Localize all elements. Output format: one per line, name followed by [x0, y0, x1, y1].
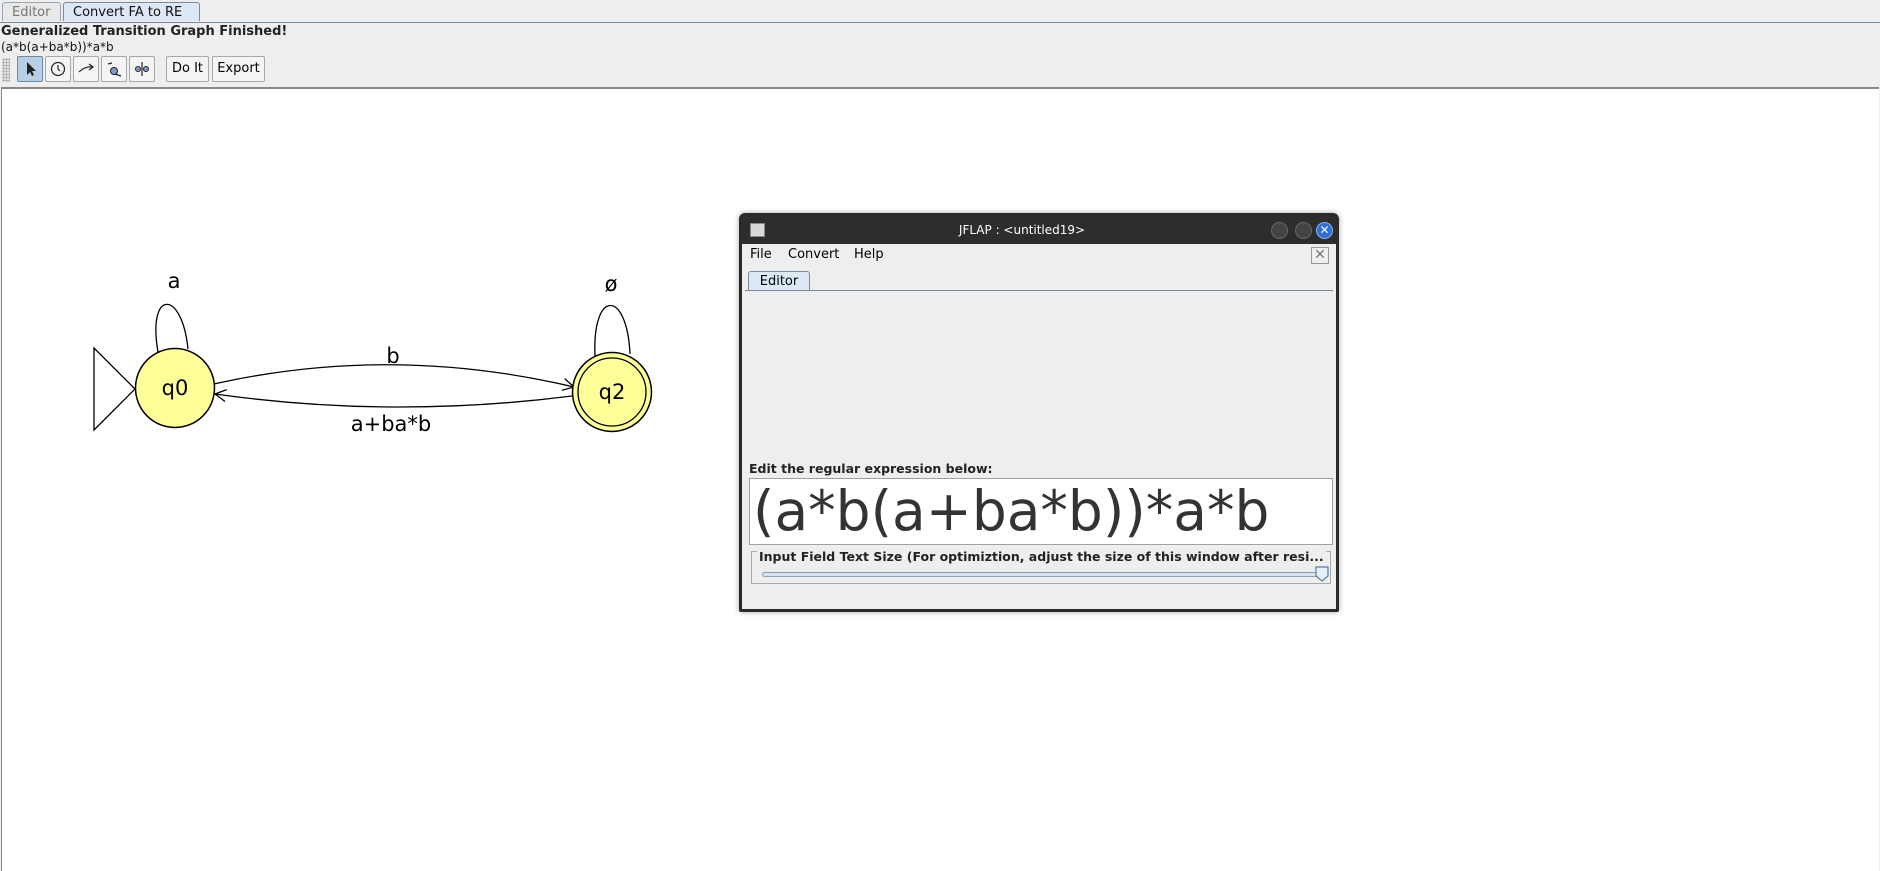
transition-creator-icon	[78, 63, 94, 73]
transition-q0-q0	[153, 303, 189, 365]
close-icon: ✕	[1319, 223, 1330, 237]
tab-editor[interactable]: Editor	[2, 2, 61, 21]
collapse-states-tool[interactable]	[129, 56, 155, 82]
transition-label-q2-q2: ø	[605, 272, 618, 296]
text-size-slider-group: Input Field Text Size (For optimiztion, …	[751, 549, 1331, 584]
edit-regex-label: Edit the regular expression below:	[749, 461, 993, 476]
state-creator-icon	[50, 61, 66, 77]
toolbar-grip[interactable]	[2, 58, 10, 82]
status-expression: (a*b(a+ba*b))*a*b	[1, 40, 114, 54]
minimize-button[interactable]	[1271, 222, 1288, 239]
collapse-transitions-icon	[107, 62, 122, 77]
window-close-button[interactable]: ✕	[1316, 222, 1333, 239]
transition-q0-q2	[213, 364, 576, 391]
toolbar: Do It Export	[0, 54, 1880, 86]
dialog-title-bar[interactable]: JFLAP : <untitled19> ✕	[742, 216, 1336, 244]
attribute-editor-tool[interactable]	[17, 56, 43, 82]
dialog-title: JFLAP : <untitled19>	[958, 223, 1086, 237]
tab-convert-fa-to-re[interactable]: Convert FA to RE	[63, 2, 200, 21]
transition-q2-q0	[213, 388, 573, 408]
transition-label-q0-q0: a	[168, 269, 181, 293]
transition-q2-q2	[588, 305, 631, 368]
regex-dialog[interactable]: JFLAP : <untitled19> ✕ File Convert Help…	[739, 213, 1339, 612]
do-it-button[interactable]: Do It	[166, 56, 209, 82]
state-creator-tool[interactable]	[45, 56, 71, 82]
transition-label-q0-q2: b	[386, 344, 399, 368]
transition-label-q2-q0: a+ba*b	[351, 412, 432, 436]
main-tab-bar: Editor Convert FA to RE	[0, 0, 1880, 23]
regex-input[interactable]: (a*b(a+ba*b))*a*b	[749, 478, 1333, 545]
close-icon: ✕	[1314, 247, 1326, 263]
close-tab-button[interactable]: ✕	[1311, 247, 1329, 264]
text-size-slider-label: Input Field Text Size (For optimiztion, …	[757, 549, 1326, 564]
menu-convert[interactable]: Convert	[788, 247, 839, 262]
dialog-tab-editor[interactable]: Editor	[748, 271, 810, 290]
text-size-slider-thumb[interactable]	[1315, 566, 1329, 582]
collapse-states-icon	[135, 62, 149, 76]
menu-help[interactable]: Help	[854, 247, 884, 262]
initial-state-marker	[93, 346, 136, 432]
attribute-editor-icon	[27, 62, 36, 76]
dialog-menu-bar: File Convert Help	[742, 244, 1336, 266]
state-q2-label: q2	[599, 380, 626, 404]
collapse-transitions-tool[interactable]	[101, 56, 127, 82]
status-message: Generalized Transition Graph Finished!	[1, 24, 288, 39]
state-q0-label: q0	[162, 376, 189, 400]
menu-file[interactable]: File	[750, 247, 772, 262]
transition-creator-tool[interactable]	[73, 56, 99, 82]
maximize-button[interactable]	[1295, 222, 1312, 239]
text-size-slider-track[interactable]	[762, 572, 1322, 577]
export-button[interactable]: Export	[212, 56, 265, 82]
editor-panel: Edit the regular expression below: (a*b(…	[745, 290, 1333, 608]
